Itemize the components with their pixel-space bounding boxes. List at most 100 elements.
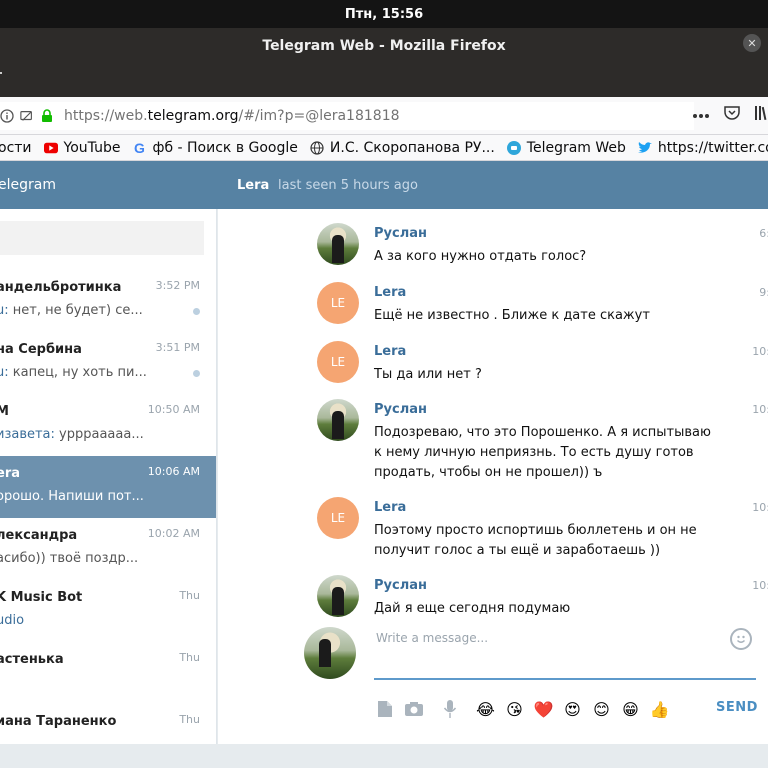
dialog-name: K Music Bot	[0, 590, 83, 605]
address-field[interactable]: https://web.telegram.org/#/im?p=@lera181…	[0, 102, 694, 130]
dialog-name: на Сербина	[0, 342, 82, 357]
message-author[interactable]: Lera	[374, 500, 406, 515]
dialog-time: 10:06 AM	[147, 465, 200, 478]
dialog-item[interactable]: иана Тараненко Thu	[0, 704, 216, 744]
globe-icon	[310, 140, 324, 155]
dialog-name: лександра	[0, 528, 78, 543]
dialog-preview: орошо. Напиши пот...	[0, 489, 144, 504]
message-time: 10:	[752, 501, 768, 514]
dialog-preview: изавета: урррааааа...	[0, 427, 144, 442]
message-time: 9:	[759, 286, 768, 299]
peer-status: last seen 5 hours ago	[278, 178, 418, 193]
close-icon[interactable]: ✕	[743, 34, 761, 52]
dialog-time: Thu	[179, 589, 200, 602]
avatar[interactable]	[317, 575, 359, 617]
info-icon[interactable]	[0, 109, 14, 123]
dialog-name: иана Тараненко	[0, 714, 117, 729]
avatar[interactable]: LE	[317, 282, 359, 324]
file-icon[interactable]	[370, 697, 399, 721]
dialog-item[interactable]: лександра 10:02 AM асибо)) твоё поздр...	[0, 518, 216, 580]
emoji-tears-of-joy-icon[interactable]: 😂	[471, 697, 500, 721]
emoji-heart-icon[interactable]: ❤️	[529, 697, 558, 721]
telegram-icon	[506, 140, 521, 155]
camera-icon[interactable]	[399, 697, 428, 721]
pocket-icon[interactable]	[724, 105, 740, 125]
dialog-item[interactable]: M 10:50 AM изавета: урррааааа...	[0, 394, 216, 456]
emoji-icon[interactable]	[730, 628, 752, 650]
my-avatar[interactable]	[304, 627, 356, 679]
os-top-bar: Птн, 15:56	[0, 0, 768, 28]
bookmark-telegram-web[interactable]: Telegram Web	[506, 139, 626, 156]
message-time: 10:	[752, 403, 768, 416]
peer-name[interactable]: Lera	[237, 178, 269, 193]
dialog-item[interactable]: на Сербина 3:51 PM u: капец, ну хоть пи.…	[0, 332, 216, 394]
message-time: 6:	[759, 227, 768, 240]
telegram-header: elegram Lera last seen 5 hours ago	[0, 161, 768, 209]
dialog-item[interactable]: K Music Bot Thu udio	[0, 580, 216, 642]
bottom-strip	[0, 744, 768, 768]
emoji-grin-icon[interactable]: 😁	[616, 697, 645, 721]
google-icon: G	[134, 139, 145, 156]
youtube-icon	[43, 141, 58, 155]
unread-dot	[193, 370, 200, 377]
dialog-time: 10:50 AM	[147, 403, 200, 416]
avatar[interactable]	[317, 223, 359, 265]
chat-area: Руслан 6: А за кого нужно отдать голос? …	[218, 209, 768, 744]
message-text: А за кого нужно отдать голос?	[374, 249, 587, 264]
dialog-item-active[interactable]: era 10:06 AM орошо. Напиши пот...	[0, 456, 216, 518]
app-brand[interactable]: elegram	[0, 177, 56, 193]
dialog-item[interactable]: астенька Thu	[0, 642, 216, 704]
window-edge-mark	[0, 72, 2, 74]
composer-tools: 😂 😘 ❤️ 😍 😊 😁 👍	[370, 694, 674, 724]
bookmark-label: И.С. Скоропанова РУ...	[329, 139, 495, 156]
url-bar: https://web.telegram.org/#/im?p=@lera181…	[0, 97, 768, 135]
bookmark-label: ости	[0, 139, 32, 156]
avatar[interactable]: LE	[317, 497, 359, 539]
url-text[interactable]: https://web.telegram.org/#/im?p=@lera181…	[64, 108, 400, 124]
emoji-smile-icon[interactable]: 😊	[587, 697, 616, 721]
microphone-icon[interactable]	[435, 697, 464, 721]
message-time: 10:	[752, 345, 768, 358]
bookmark-news[interactable]: ости	[0, 140, 32, 156]
message-author[interactable]: Lera	[374, 344, 406, 359]
send-button[interactable]: SEND	[716, 700, 758, 715]
more-icon[interactable]	[692, 107, 710, 123]
message-text: Ещё не известно . Ближе к дате скажут	[374, 308, 650, 323]
dialog-name: андельбротинка	[0, 280, 122, 295]
dialog-time: 3:52 PM	[155, 279, 200, 292]
avatar[interactable]: LE	[317, 341, 359, 383]
bookmark-label: фб - Поиск в Google	[152, 139, 298, 156]
bookmark-label: Telegram Web	[526, 139, 626, 156]
bookmark-skoropanova[interactable]: И.С. Скоропанова РУ...	[310, 140, 495, 156]
avatar[interactable]	[317, 399, 359, 441]
emoji-thumbs-up-icon[interactable]: 👍	[645, 697, 674, 721]
unread-dot	[193, 308, 200, 315]
bookmark-google-search[interactable]: G фб - Поиск в Google	[132, 139, 298, 156]
dialogs-sidebar: андельбротинка 3:52 PM u: нет, не будет)…	[0, 209, 217, 744]
os-clock[interactable]: Птн, 15:56	[345, 7, 423, 22]
message-text: Поэтому просто испортишь бюллетень и он …	[374, 523, 697, 558]
dialog-time: Thu	[179, 713, 200, 726]
library-icon[interactable]	[754, 105, 768, 125]
bookmark-youtube[interactable]: YouTube	[43, 140, 120, 156]
message-input[interactable]: Write a message...	[374, 627, 754, 679]
dialog-item[interactable]: андельбротинка 3:52 PM u: нет, не будет)…	[0, 270, 216, 332]
message-author[interactable]: Lera	[374, 285, 406, 300]
window-title: Telegram Web - Mozilla Firefox	[262, 38, 506, 54]
message-author[interactable]: Руслан	[374, 578, 427, 593]
bookmark-twitter[interactable]: https://twitter.com	[637, 140, 768, 156]
dialog-time: 3:51 PM	[155, 341, 200, 354]
lock-icon[interactable]	[40, 109, 54, 123]
dialog-name: астенька	[0, 652, 64, 667]
search-input[interactable]	[0, 221, 204, 255]
permissions-icon[interactable]	[20, 109, 34, 123]
dialog-preview: u: нет, не будет) се...	[0, 303, 143, 318]
dialog-preview: u: капец, ну хоть пи...	[0, 365, 147, 380]
message-author[interactable]: Руслан	[374, 226, 427, 241]
emoji-kiss-icon[interactable]: 😘	[500, 697, 529, 721]
dialog-name: era	[0, 466, 21, 481]
message-time: 10:	[752, 579, 768, 592]
message-author[interactable]: Руслан	[374, 402, 427, 417]
emoji-heart-eyes-icon[interactable]: 😍	[558, 697, 587, 721]
dialog-time: 10:02 AM	[147, 527, 200, 540]
